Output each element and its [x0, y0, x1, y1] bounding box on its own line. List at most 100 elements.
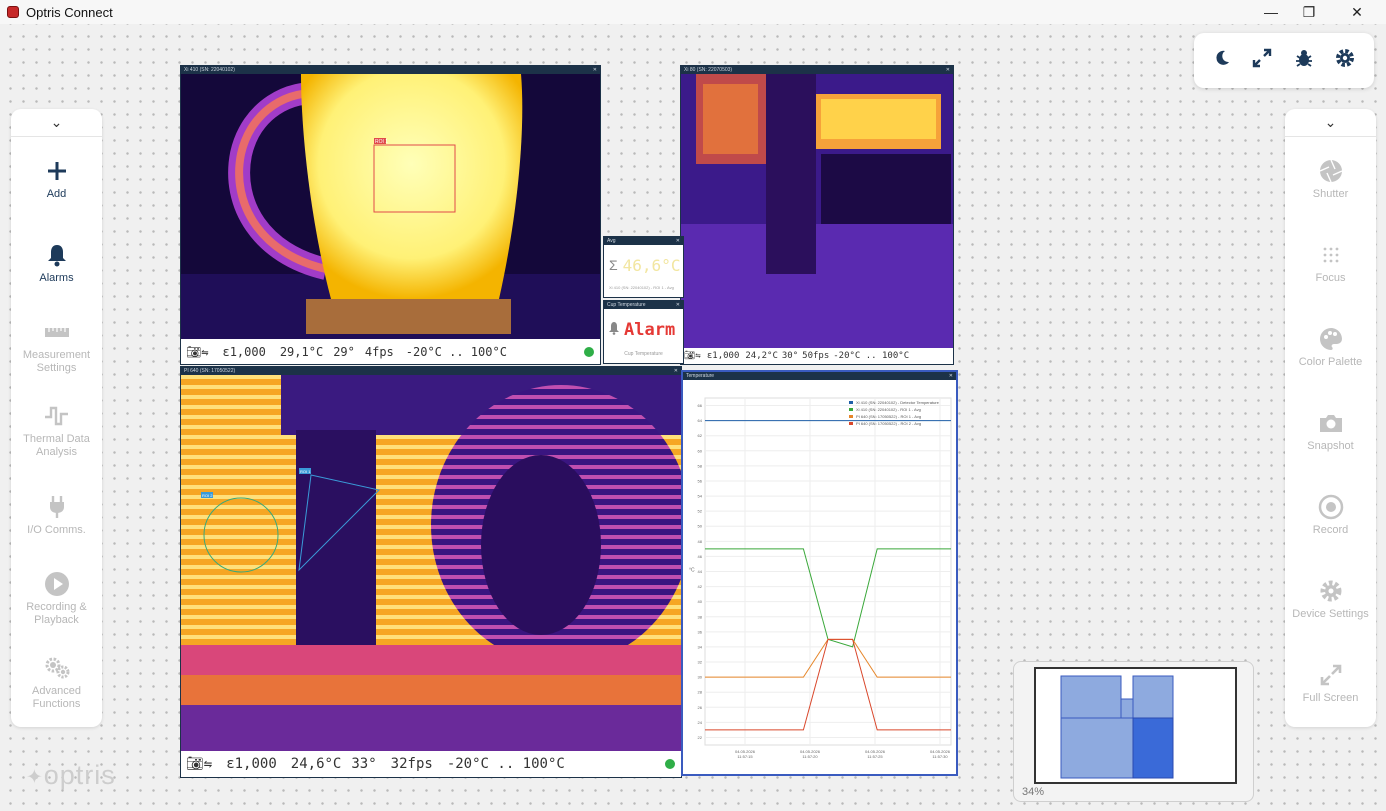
alarm-panel[interactable]: Cup Temperature ✕ Alarm Cup Temperature: [603, 300, 684, 364]
sidebar-item-label: Shutter: [1312, 187, 1349, 200]
focus-icon: [1321, 242, 1341, 268]
sidebar-item-thermal-data-analysis[interactable]: Thermal Data Analysis: [11, 389, 102, 473]
gears-icon: [44, 655, 70, 681]
sigma-icon: Σ: [609, 257, 618, 273]
temperature-chart-window[interactable]: Temperature ✕ 22 24 26 28 30 32 34 36 38 40 42 44 46 4…: [681, 370, 958, 776]
record-icon: [1318, 494, 1344, 520]
close-icon[interactable]: ✕: [949, 372, 953, 380]
y-tick-label: 36: [698, 629, 703, 634]
sidebar-item-shutter[interactable]: Shutter: [1285, 137, 1376, 221]
sidebar-item-snapshot[interactable]: Snapshot: [1285, 389, 1376, 473]
sidebar-item-label: Alarms: [39, 271, 74, 284]
thermal-image[interactable]: [681, 74, 954, 350]
emissivity-value: ε1,000: [706, 351, 740, 361]
camera-status-bar: 📷︎⇋ ε1,000 24,6°C 33° 32fps -20°C .. 100…: [181, 751, 681, 777]
sidebar-item-measurement-settings[interactable]: Measurement Settings: [11, 305, 102, 389]
zoom-level: 34%: [1022, 786, 1045, 798]
chevron-down-icon[interactable]: ⌄: [1285, 109, 1376, 137]
legend-entry: Xi 410 (SN: 22040102) - Detector Tempera…: [856, 400, 940, 405]
camera-status-bar: 📷︎⇋ ε1,000 29,1°C 29° 4fps -20°C .. 100°…: [181, 339, 600, 364]
y-tick-label: 46: [698, 554, 703, 559]
y-tick-label: 22: [698, 735, 703, 740]
thermal-image[interactable]: ROI 1: [181, 74, 601, 340]
avg-caption: Xi 410 (SN: 22040102) - ROI 1 - Avg: [609, 285, 674, 290]
close-icon[interactable]: ✕: [946, 66, 950, 74]
y-tick-label: 26: [698, 705, 703, 710]
gear-icon: [1319, 578, 1343, 604]
title-bar: Optris Connect — ❐ ✕: [0, 0, 1386, 24]
dark-mode-icon[interactable]: [1212, 48, 1232, 73]
y-tick-label: 48: [698, 539, 703, 544]
location-pin-icon[interactable]: [665, 759, 675, 769]
y-tick-label: 64: [698, 418, 703, 423]
sidebar-item-label: Focus: [1315, 271, 1346, 284]
y-tick-label: 44: [698, 569, 703, 574]
temp-range-value: -20°C .. 100°C: [833, 351, 910, 361]
sidebar-item-device-settings[interactable]: Device Settings: [1285, 557, 1376, 641]
y-tick-label: 40: [698, 599, 703, 604]
bug-icon[interactable]: [1293, 47, 1315, 74]
y-tick-label: 58: [698, 463, 703, 468]
camera-window-header: PI 640 (SN: 17050522) ✕: [181, 367, 681, 375]
ambient-temp-value: 24,2°C: [745, 351, 778, 361]
avg-panel[interactable]: Avg ✕ Σ 46,6°C Xi 410 (SN: 22040102) - RO…: [603, 236, 684, 298]
y-tick-label: 54: [698, 494, 703, 499]
legend-swatch: [849, 415, 853, 418]
fit-view-icon[interactable]: [1251, 47, 1273, 74]
sidebar-item-color-palette[interactable]: Color Palette: [1285, 305, 1376, 389]
settings-icon[interactable]: [1334, 47, 1356, 74]
alarm-panel-header: Cup Temperature ✕: [604, 301, 683, 309]
thermal-image[interactable]: ROI 2 ROI 1: [181, 375, 682, 752]
close-icon[interactable]: ✕: [676, 301, 680, 309]
fps-value: 4fps: [364, 344, 394, 359]
camera-usb-icon: 📷︎⇋: [186, 756, 213, 772]
camera-window-xi410[interactable]: Xi 410 (SN: 22040102) ✕ ROI 1 📷︎⇋ ε1,000 …: [180, 65, 601, 365]
y-tick-label: 50: [698, 524, 703, 529]
sidebar-item-recording-playback[interactable]: Recording & Playback: [11, 557, 102, 641]
sidebar-item-advanced-functions[interactable]: Advanced Functions: [11, 641, 102, 725]
play-icon: [44, 571, 70, 597]
camera-window-xi80[interactable]: Xi 80 (SN: 22070503) ✕ 📷︎⇋ ε1,000 24,2°C …: [680, 65, 954, 365]
legend-swatch: [849, 422, 853, 425]
right-sidebar: ⌄ Shutter Focus Color Palette Snapshot R…: [1285, 109, 1376, 727]
plug-icon: [47, 494, 67, 520]
camera-window-pi640[interactable]: PI 640 (SN: 17050522) ✕ ROI 2 ROI 1 📷︎⇋ ε…: [180, 366, 682, 778]
minimap-viewport[interactable]: [1034, 667, 1237, 784]
chart-title: Temperature: [686, 373, 715, 379]
sidebar-item-full-screen[interactable]: Full Screen: [1285, 641, 1376, 725]
close-icon[interactable]: ✕: [676, 237, 680, 245]
optris-logo: ✦optris: [26, 760, 116, 790]
sidebar-item-label: Color Palette: [1298, 355, 1363, 368]
maximize-button[interactable]: ❐: [1286, 0, 1332, 24]
close-button[interactable]: ✕: [1334, 0, 1380, 24]
close-icon[interactable]: ✕: [593, 66, 597, 74]
legend-entry: Xi 410 (SN: 22040102) - ROI 1 - Avg: [856, 407, 921, 412]
sidebar-item-label: I/O Comms.: [27, 523, 86, 536]
sidebar-item-alarms[interactable]: Alarms: [11, 221, 102, 305]
sidebar-item-focus[interactable]: Focus: [1285, 221, 1376, 305]
roi-label: ROI 2: [202, 493, 213, 498]
location-pin-icon[interactable]: [584, 346, 594, 357]
y-axis-label: °C: [689, 568, 695, 574]
minimap[interactable]: 34%: [1013, 661, 1254, 802]
chevron-down-icon[interactable]: ⌄: [11, 109, 102, 137]
close-icon[interactable]: ✕: [674, 367, 678, 375]
camera-title: Xi 410 (SN: 22040102): [184, 67, 235, 73]
pulse-icon: [44, 403, 70, 429]
app-title: Optris Connect: [26, 4, 113, 20]
sidebar-item-record[interactable]: Record: [1285, 473, 1376, 557]
temperature-chart[interactable]: 22 24 26 28 30 32 34 36 38 40 42 44 46 48 50 52 54 56 58 60…: [683, 380, 956, 774]
top-toolbar: [1194, 33, 1374, 88]
sidebar-item-add[interactable]: Add: [11, 137, 102, 221]
sidebar-item-io-comms[interactable]: I/O Comms.: [11, 473, 102, 557]
left-sidebar: ⌄ Add Alarms Measurement Settings Therma…: [11, 109, 102, 727]
ambient-temp-value: 29,1°C: [279, 344, 324, 359]
camera-title: PI 640 (SN: 17050522): [184, 368, 236, 374]
camera-window-header: Xi 410 (SN: 22040102) ✕: [181, 66, 600, 74]
bell-icon: [608, 321, 620, 340]
ruler-icon: [44, 319, 70, 345]
fps-value: 50fps: [802, 351, 830, 361]
expand-icon: [1319, 662, 1343, 688]
camera-title: Xi 80 (SN: 22070503): [684, 67, 733, 73]
minimap-layout: [1060, 675, 1174, 779]
